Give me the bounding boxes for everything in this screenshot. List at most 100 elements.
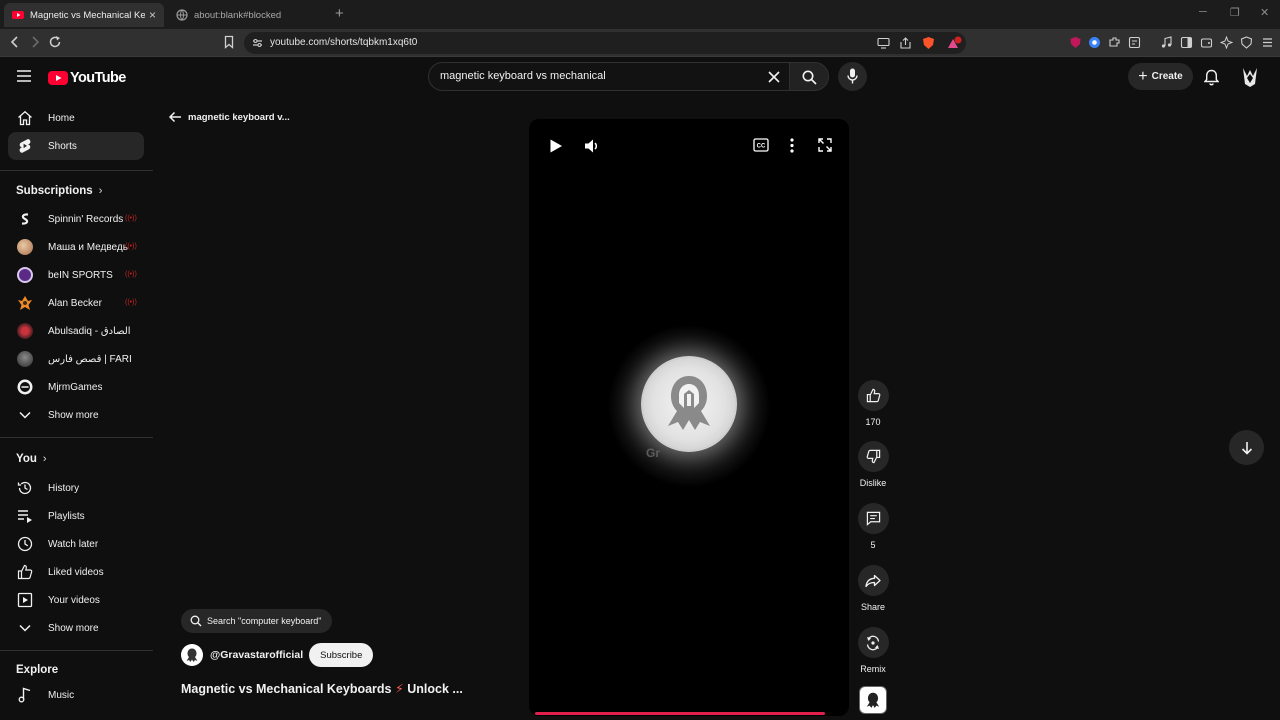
back-arrow-icon[interactable] — [9, 35, 21, 49]
sidebar-show-more-subscriptions[interactable]: Show more — [8, 401, 144, 429]
account-avatar[interactable] — [1241, 66, 1259, 88]
sidebar-divider — [0, 650, 153, 651]
search-button[interactable] — [789, 62, 829, 91]
dislike-button[interactable] — [857, 441, 889, 472]
leo-ai-icon[interactable] — [1220, 36, 1233, 49]
url-text: youtube.com/shorts/tqbkm1xq6t0 — [270, 37, 418, 48]
live-indicator-icon: ((•)) — [125, 271, 137, 278]
sidebar-item-music[interactable]: Music — [8, 681, 144, 709]
sidebar-item-label: Home — [48, 112, 75, 124]
reload-icon[interactable] — [48, 35, 62, 49]
sidebar-item-label: Shorts — [48, 140, 77, 152]
tab-search-icon[interactable] — [1128, 36, 1141, 49]
address-bar[interactable]: youtube.com/shorts/tqbkm1xq6t0 — [244, 32, 966, 54]
closed-captions-icon[interactable]: CC — [753, 138, 769, 152]
hamburger-menu-icon[interactable] — [17, 70, 31, 82]
sidebar-item-subscription[interactable]: Spinnin' Records ((•)) — [8, 205, 144, 233]
play-icon[interactable] — [549, 138, 563, 154]
site-settings-icon[interactable] — [252, 38, 263, 48]
sidebar-item-history[interactable]: History — [8, 474, 144, 502]
sidebar-item-subscription[interactable]: قصص فارس | FARIS S... — [8, 345, 144, 373]
sidebar-item-your-videos[interactable]: Your videos — [8, 586, 144, 614]
sidebar-show-more-you[interactable]: Show more — [8, 614, 144, 642]
bein-sports-avatar — [17, 267, 33, 283]
svg-text:CC: CC — [757, 144, 766, 150]
browser-tab-blank[interactable]: about:blank#blocked — [168, 3, 328, 27]
browser-menu-icon[interactable] — [1261, 36, 1274, 49]
tab-close-icon[interactable]: × — [149, 8, 156, 22]
chevron-right-icon: › — [98, 185, 103, 197]
media-music-icon[interactable] — [1160, 36, 1173, 49]
back-to-search-button[interactable]: magnetic keyboard v... — [168, 111, 290, 123]
sidebar-item-label: قصص فارس | FARIS S... — [48, 353, 132, 365]
logo-wordmark: YouTube — [70, 70, 126, 86]
create-button[interactable]: + Create — [1128, 63, 1193, 90]
sidebar-item-liked-videos[interactable]: Liked videos — [8, 558, 144, 586]
screen-cast-icon[interactable] — [877, 37, 890, 49]
extensions-puzzle-icon[interactable] — [1108, 36, 1121, 49]
window-close-button[interactable]: ✕ — [1260, 6, 1269, 19]
search-input[interactable]: magnetic keyboard vs mechanical — [428, 62, 790, 91]
sidebar-item-subscription[interactable]: MjrmGames — [8, 373, 144, 401]
clear-search-icon[interactable] — [768, 71, 780, 83]
voice-search-button[interactable] — [838, 62, 867, 91]
new-tab-button[interactable]: + — [335, 5, 344, 22]
subscriptions-header[interactable]: Subscriptions › — [16, 185, 102, 197]
your-videos-icon — [17, 592, 33, 608]
video-title[interactable]: Magnetic vs Mechanical Keyboards ⚡ Unloc… — [181, 681, 463, 696]
vpn-shield-icon[interactable] — [1240, 36, 1253, 49]
you-header[interactable]: You › — [16, 453, 47, 465]
sidebar-item-home[interactable]: Home — [8, 104, 144, 132]
sound-source-thumbnail[interactable] — [859, 686, 887, 714]
gravastar-mini-logo-icon — [186, 648, 198, 662]
sidebar-item-watch-later[interactable]: Watch later — [8, 530, 144, 558]
bookmark-icon[interactable] — [223, 35, 235, 49]
live-indicator-icon: ((•)) — [125, 299, 137, 306]
extension-shield-icon[interactable] — [1069, 36, 1082, 49]
sidebar-item-subscription[interactable]: Abulsadiq - ابو الصادق — [8, 317, 144, 345]
share-button[interactable] — [857, 565, 889, 596]
sidebar-item-subscription[interactable]: beIN SPORTS ((•)) — [8, 261, 144, 289]
extension-blue-icon[interactable] — [1088, 36, 1101, 49]
brave-rewards-icon[interactable] — [946, 36, 962, 50]
youtube-logo-icon — [48, 71, 68, 85]
comments-button[interactable] — [857, 503, 889, 534]
channel-handle[interactable]: @Gravastarofficial — [210, 649, 303, 661]
sidebar-toggle-icon[interactable] — [1180, 36, 1193, 49]
wallet-icon[interactable] — [1200, 36, 1213, 49]
arrow-left-icon — [168, 111, 181, 123]
share-page-icon[interactable] — [899, 37, 912, 49]
sidebar-item-subscription[interactable]: Маша и Медведь ((•)) — [8, 233, 144, 261]
video-progress-bar[interactable] — [535, 712, 825, 715]
minimize-button[interactable]: ─ — [1199, 6, 1207, 18]
sidebar-item-label: Music — [48, 689, 75, 701]
like-button[interactable] — [857, 380, 889, 411]
related-search-chip[interactable]: Search "computer keyboard" — [181, 609, 333, 633]
home-icon — [18, 110, 32, 126]
sidebar-item-subscription[interactable]: Alan Becker ((•)) — [8, 289, 144, 317]
share-action: Share — [852, 565, 894, 612]
sidebar-item-playlists[interactable]: Playlists — [8, 502, 144, 530]
browser-tab-active[interactable]: Magnetic vs Mechanical Keyboards × — [4, 3, 164, 27]
sidebar-item-label: Your videos — [48, 594, 100, 606]
share-label: Share — [860, 602, 886, 612]
subscriptions-title: Subscriptions — [16, 185, 93, 197]
volume-icon[interactable] — [584, 138, 600, 154]
sidebar-item-shorts[interactable]: Shorts — [8, 132, 144, 160]
next-video-button[interactable] — [1229, 430, 1264, 465]
forward-arrow-icon[interactable] — [29, 35, 41, 49]
youtube-logo[interactable]: YouTube — [48, 70, 126, 86]
faris-avatar — [17, 351, 33, 367]
brave-shield-icon[interactable] — [922, 36, 935, 50]
notifications-bell-icon[interactable] — [1204, 69, 1219, 86]
live-indicator-icon: ((•)) — [125, 215, 137, 222]
subscribe-button[interactable]: Subscribe — [309, 643, 374, 667]
sidebar-item-label: Show more — [48, 622, 99, 634]
fullscreen-icon[interactable] — [818, 138, 832, 152]
channel-avatar[interactable] — [181, 644, 203, 666]
video-watermark-text: Gr — [646, 446, 661, 460]
restore-button[interactable]: ❐ — [1230, 6, 1240, 19]
more-options-icon[interactable] — [790, 138, 794, 153]
remix-button[interactable] — [857, 627, 889, 658]
shorts-video-player[interactable]: CC Gr — [529, 119, 849, 716]
